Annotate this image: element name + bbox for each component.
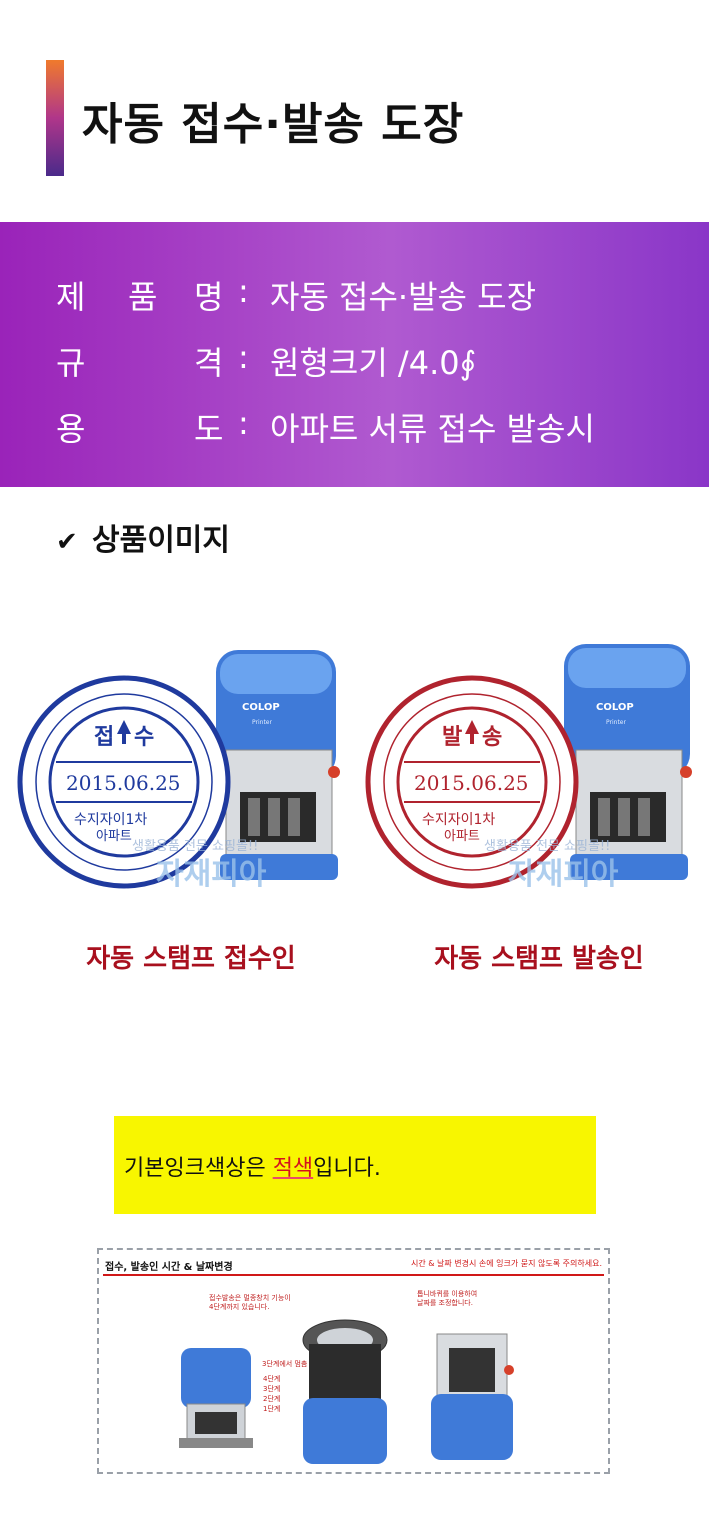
brand-label: COLOP	[242, 702, 280, 713]
guide-step: 4단계	[263, 1375, 281, 1383]
stamp-impression: 발 송 2015.06.25 수지자이1차 아파트	[365, 675, 579, 889]
guide-tip-right: 톱니바퀴를 이용하여 날짜를 조정합니다.	[417, 1290, 477, 1308]
ink-notice-text: 기본잉크색상은 적색입니다.	[124, 1150, 381, 1182]
stamp-word-b: 송	[482, 725, 502, 750]
model-label: Printer	[252, 719, 272, 726]
brand-label: COLOP	[596, 702, 634, 713]
spec-key-char: 규	[56, 344, 86, 382]
stamp-date-view	[431, 1333, 514, 1460]
spec-colon: :	[238, 272, 249, 310]
spec-value: 자동 접수·발송 도장	[270, 278, 537, 316]
stamp-side-view	[179, 1348, 253, 1448]
spec-key-char: 명	[194, 278, 224, 316]
ink-notice-before: 기본잉크색상은	[124, 1156, 273, 1181]
watermark-logo: 자재피아	[508, 857, 619, 892]
stamp-word-a: 발	[442, 725, 462, 750]
guide-step: 3단계	[263, 1385, 281, 1393]
caption-send: 자동 스탬프 발송인	[434, 944, 644, 974]
product-image-receive: COLOP Printer 접 수 2015.06.25 수지자이1차 아파트 …	[16, 632, 346, 894]
spec-value: 아파트 서류 접수 발송시	[270, 410, 595, 448]
ink-color-notice: 기본잉크색상은 적색입니다.	[114, 1116, 596, 1214]
spec-value: 원형크기 /4.0∮	[270, 344, 477, 382]
guide-illustration	[179, 1319, 514, 1464]
spec-key-char: 품	[128, 278, 158, 316]
guide-step: 2단계	[263, 1395, 281, 1403]
stamp-word-a: 접	[94, 725, 114, 750]
page-header: 자동 접수·발송 도장	[46, 60, 686, 176]
spec-key-char: 제	[56, 278, 86, 316]
stamp-line2: 아파트	[96, 829, 132, 844]
section-label: 상품이미지	[92, 523, 230, 558]
stamp-illustration: COLOP Printer 발 송 2015.06.25 수지자이1차 아파트 …	[365, 644, 692, 892]
stamp-date: 2015.06.25	[66, 771, 181, 795]
page-title: 자동 접수·발송 도장	[82, 99, 465, 150]
guide-step: 1단계	[263, 1405, 281, 1413]
stamp-line1: 수지자이1차	[74, 812, 147, 828]
section-heading: ✔ 상품이미지	[56, 515, 230, 559]
guide-divider	[103, 1274, 604, 1276]
spec-key-char: 도	[194, 410, 224, 448]
guide-steps-head: 3단계에서 멈춤	[262, 1360, 308, 1368]
stamp-date: 2015.06.25	[414, 771, 529, 795]
caption-receive: 자동 스탬프 접수인	[86, 944, 296, 974]
guide-tip-line: 날짜를 조정합니다.	[417, 1299, 473, 1307]
title-accent-bar	[46, 60, 64, 176]
ink-notice-highlight: 적색	[272, 1156, 314, 1181]
spec-colon: :	[238, 404, 249, 442]
stamp-illustration: COLOP Printer 접 수 2015.06.25 수지자이1차 아파트 …	[17, 650, 340, 892]
check-icon: ✔	[56, 527, 78, 557]
guide-note: 시간 & 날짜 변경시 손에 잉크가 묻지 않도록 주의하세요.	[410, 1259, 602, 1268]
product-image-send: COLOP Printer 발 송 2015.06.25 수지자이1차 아파트 …	[364, 632, 694, 894]
stamp-line2: 아파트	[444, 829, 480, 844]
usage-guide: 접수, 발송인 시간 & 날짜변경 시간 & 날짜 변경시 손에 잉크가 묻지 …	[97, 1248, 610, 1474]
watermark-tagline: 생활용품 전문 쇼핑몰!!	[132, 839, 258, 854]
stamp-line1: 수지자이1차	[422, 812, 495, 828]
watermark-logo: 자재피아	[156, 857, 267, 892]
stamp-word-b: 수	[134, 725, 154, 750]
guide-tip-left: 접수발송은 멀종창치 기능이 4단계까지 있습니다.	[209, 1294, 291, 1312]
model-label: Printer	[606, 719, 626, 726]
spec-panel: 제 품 명 : 자동 접수·발송 도장 규 격 : 원형크기 /4.0∮ 용 도…	[0, 222, 709, 487]
stamp-open-view	[302, 1319, 388, 1464]
spec-key-char: 격	[194, 344, 224, 382]
guide-tip-line: 접수발송은 멀종창치 기능이	[209, 1294, 291, 1302]
stamp-impression: 접 수 2015.06.25 수지자이1차 아파트	[17, 675, 231, 889]
ink-notice-after: 입니다.	[313, 1156, 381, 1181]
spec-key-char: 용	[56, 410, 86, 448]
guide-tip-line: 톱니바퀴를 이용하여	[417, 1290, 478, 1298]
guide-title: 접수, 발송인 시간 & 날짜변경	[105, 1262, 233, 1273]
guide-tip-line: 4단계까지 있습니다.	[209, 1303, 270, 1311]
spec-colon: :	[238, 338, 249, 376]
watermark-tagline: 생활용품 전문 쇼핑몰!!	[484, 839, 610, 854]
